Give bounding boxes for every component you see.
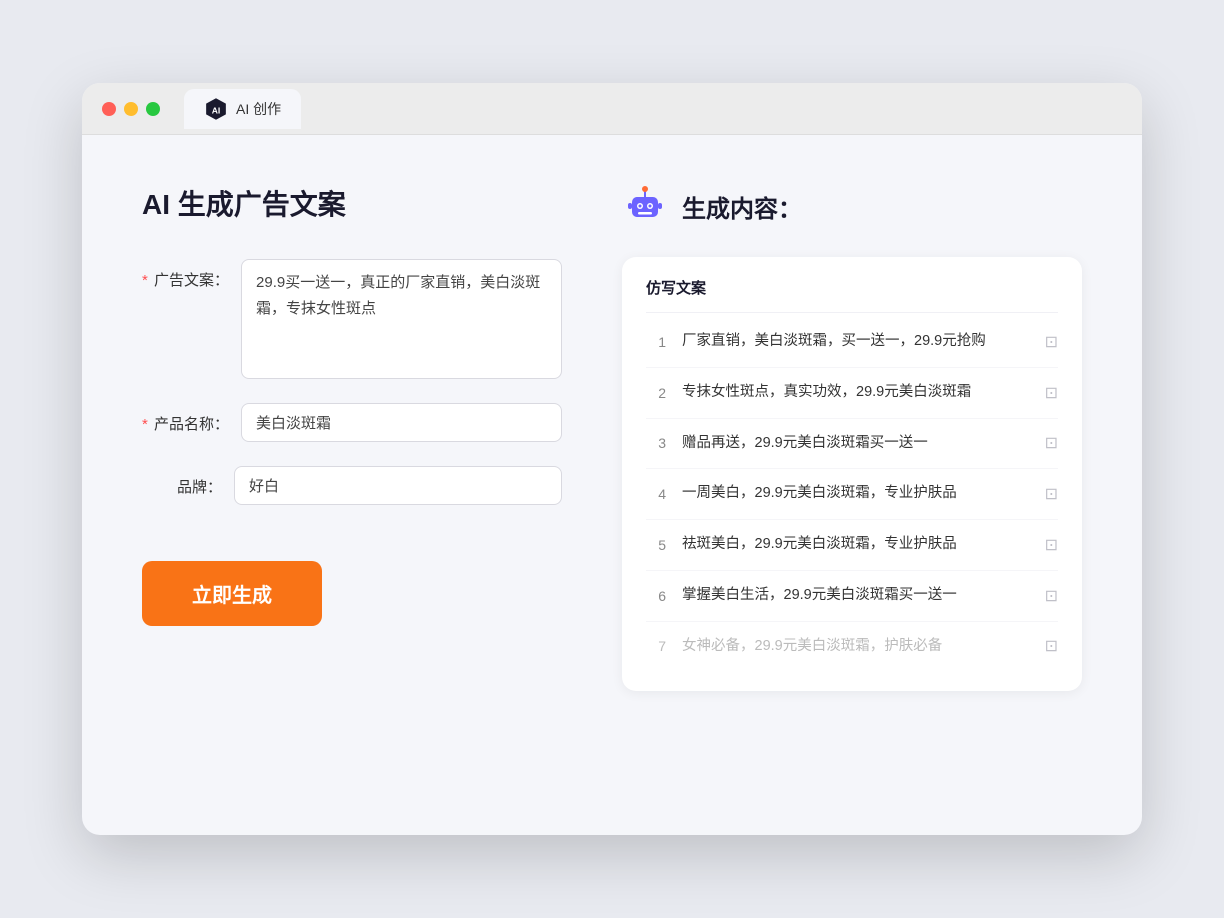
result-number: 7 [646, 638, 666, 654]
result-number: 1 [646, 334, 666, 350]
browser-window: AI AI 创作 AI 生成广告文案 * 广告文案： 29.9买一送一，真正的厂… [82, 83, 1142, 835]
generate-button[interactable]: 立即生成 [142, 561, 322, 626]
result-item: 7 女神必备，29.9元美白淡斑霜，护肤必备 ⊡ [646, 622, 1058, 672]
result-table-header: 仿写文案 [646, 277, 1058, 313]
result-text: 祛斑美白，29.9元美白淡斑霜，专业护肤品 [682, 534, 1029, 556]
svg-text:AI: AI [212, 105, 221, 115]
browser-content: AI 生成广告文案 * 广告文案： 29.9买一送一，真正的厂家直销，美白淡斑霜… [82, 135, 1142, 835]
page-title: AI 生成广告文案 [142, 183, 562, 223]
result-number: 5 [646, 537, 666, 553]
traffic-lights [102, 102, 160, 116]
right-panel: 生成内容： 仿写文案 1 厂家直销，美白淡斑霜，买一送一，29.9元抢购 ⊡ 2… [622, 183, 1082, 787]
form-group-brand: 品牌： [142, 466, 562, 505]
result-item: 5 祛斑美白，29.9元美白淡斑霜，专业护肤品 ⊡ [646, 520, 1058, 571]
result-item: 3 赠品再送，29.9元美白淡斑霜买一送一 ⊡ [646, 419, 1058, 470]
copy-icon[interactable]: ⊡ [1045, 586, 1058, 606]
ai-tab-icon: AI [204, 97, 228, 121]
copy-icon[interactable]: ⊡ [1045, 636, 1058, 656]
tab-label: AI 创作 [236, 99, 281, 119]
maximize-button[interactable] [146, 102, 160, 116]
label-brand: 品牌： [142, 466, 222, 497]
result-text: 掌握美白生活，29.9元美白淡斑霜买一送一 [682, 585, 1029, 607]
required-mark-2: * [142, 416, 148, 433]
form-group-ad-copy: * 广告文案： 29.9买一送一，真正的厂家直销，美白淡斑霜，专抹女性斑点 [142, 259, 562, 379]
ad-copy-input[interactable]: 29.9买一送一，真正的厂家直销，美白淡斑霜，专抹女性斑点 [241, 259, 562, 379]
result-number: 3 [646, 435, 666, 451]
browser-titlebar: AI AI 创作 [82, 83, 1142, 135]
copy-icon[interactable]: ⊡ [1045, 332, 1058, 352]
label-ad-copy: * 广告文案： [142, 259, 229, 290]
result-item: 1 厂家直销，美白淡斑霜，买一送一，29.9元抢购 ⊡ [646, 317, 1058, 368]
product-name-input[interactable] [241, 403, 562, 442]
result-number: 2 [646, 385, 666, 401]
result-text: 专抹女性斑点，真实功效，29.9元美白淡斑霜 [682, 382, 1029, 404]
result-item: 2 专抹女性斑点，真实功效，29.9元美白淡斑霜 ⊡ [646, 368, 1058, 419]
result-number: 4 [646, 486, 666, 502]
result-card: 仿写文案 1 厂家直销，美白淡斑霜，买一送一，29.9元抢购 ⊡ 2 专抹女性斑… [622, 257, 1082, 691]
brand-input[interactable] [234, 466, 562, 505]
result-number: 6 [646, 588, 666, 604]
copy-icon[interactable]: ⊡ [1045, 383, 1058, 403]
required-mark: * [142, 272, 148, 289]
minimize-button[interactable] [124, 102, 138, 116]
copy-icon[interactable]: ⊡ [1045, 433, 1058, 453]
copy-icon[interactable]: ⊡ [1045, 535, 1058, 555]
result-text: 一周美白，29.9元美白淡斑霜，专业护肤品 [682, 483, 1029, 505]
robot-icon [622, 183, 668, 229]
form-group-product-name: * 产品名称： [142, 403, 562, 442]
copy-icon[interactable]: ⊡ [1045, 484, 1058, 504]
result-text: 赠品再送，29.9元美白淡斑霜买一送一 [682, 433, 1029, 455]
left-panel: AI 生成广告文案 * 广告文案： 29.9买一送一，真正的厂家直销，美白淡斑霜… [142, 183, 562, 787]
right-title: 生成内容： [682, 189, 802, 224]
tab-ai-creation[interactable]: AI AI 创作 [184, 89, 301, 129]
result-item: 4 一周美白，29.9元美白淡斑霜，专业护肤品 ⊡ [646, 469, 1058, 520]
result-item: 6 掌握美白生活，29.9元美白淡斑霜买一送一 ⊡ [646, 571, 1058, 622]
results-container: 1 厂家直销，美白淡斑霜，买一送一，29.9元抢购 ⊡ 2 专抹女性斑点，真实功… [646, 317, 1058, 671]
close-button[interactable] [102, 102, 116, 116]
result-text: 女神必备，29.9元美白淡斑霜，护肤必备 [682, 636, 1029, 658]
label-product-name: * 产品名称： [142, 403, 229, 434]
result-text: 厂家直销，美白淡斑霜，买一送一，29.9元抢购 [682, 331, 1029, 353]
right-header: 生成内容： [622, 183, 1082, 229]
